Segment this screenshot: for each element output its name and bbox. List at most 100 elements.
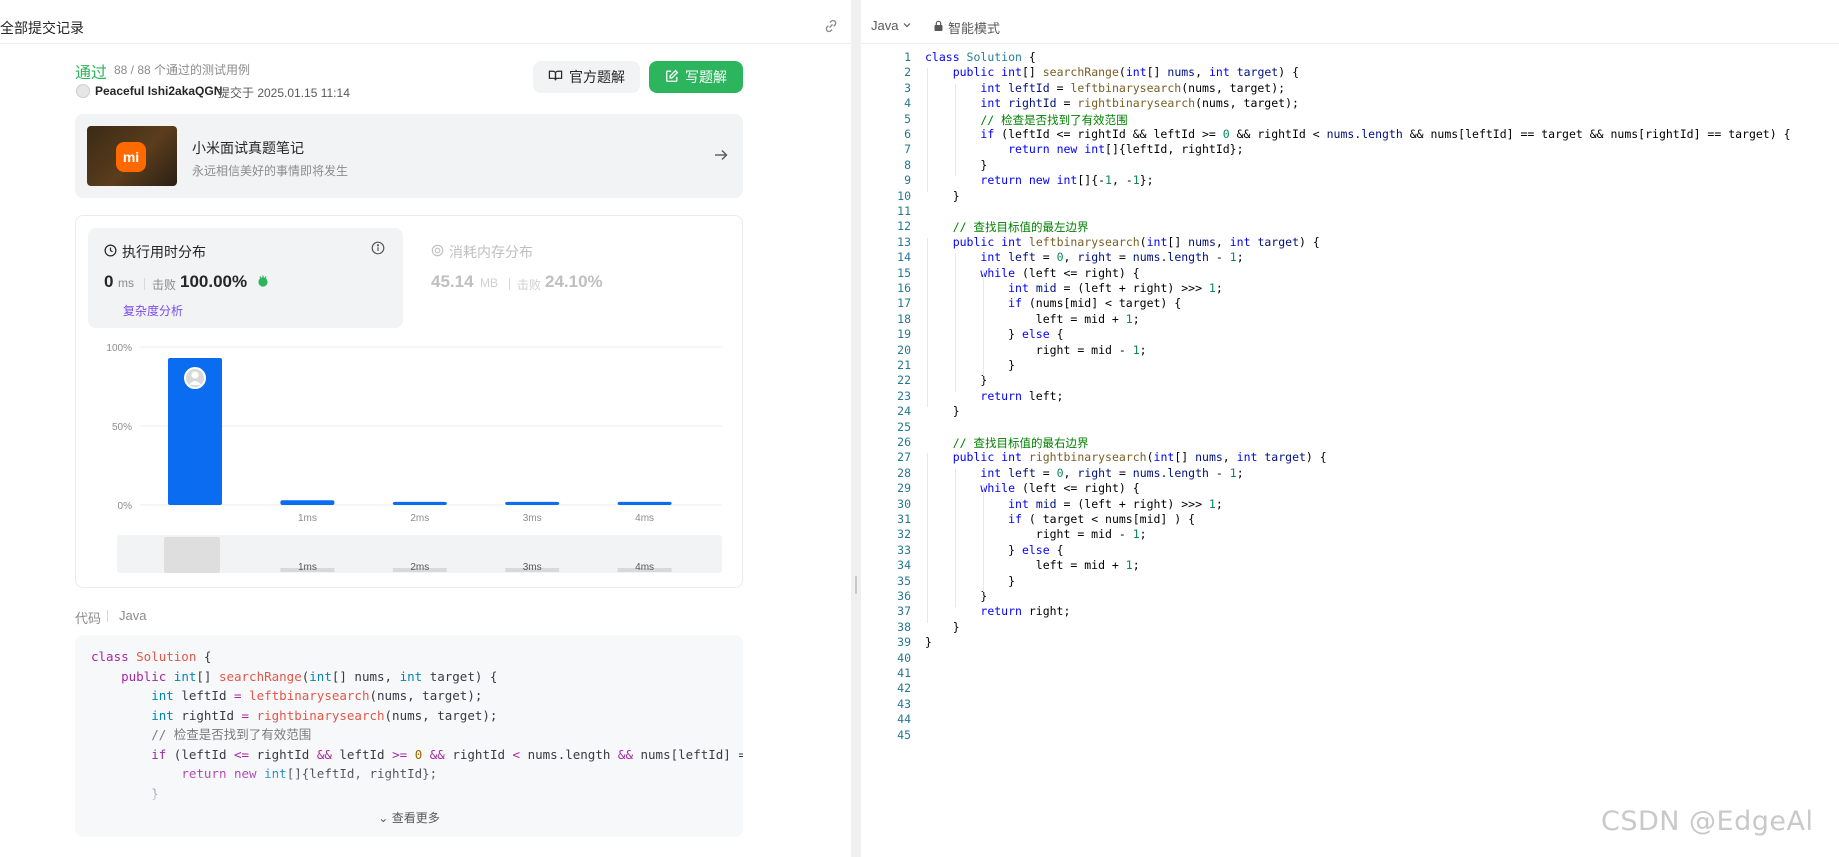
runtime-panel[interactable]: 执行用时分布 0 ms 击败 100.00% 复杂度分析	[88, 228, 403, 328]
editor-code-line: int rightId = rightbinarysearch(nums, ta…	[980, 96, 1299, 111]
line-number: 44	[897, 712, 911, 727]
line-number: 25	[897, 419, 911, 434]
code-header-label: 代码	[75, 611, 102, 626]
complexity-analysis-link[interactable]: 复杂度分析	[123, 302, 183, 319]
chevron-double-down-icon: ⌄	[378, 811, 389, 825]
line-number: 31	[897, 512, 911, 526]
runtime-beat-percent: 100.00%	[180, 272, 248, 291]
link-icon[interactable]	[823, 18, 839, 39]
line-number: 2	[904, 65, 911, 80]
clap-icon	[256, 274, 270, 293]
editor-panel: Java 智能模式 1 2 3 4 5 6 7 8 9 10 11 12 13 14 15 16 17 18 19 2…	[861, 0, 1839, 857]
tests-passed-text: 88 / 88 个通过的测试用例	[114, 63, 251, 77]
overview-handle[interactable]	[164, 537, 220, 573]
username-link[interactable]: Peaceful Ishi2akaQGN	[95, 84, 222, 98]
left-tab-bar	[0, 10, 851, 44]
smart-mode-toggle[interactable]: 智能模式	[933, 18, 1000, 37]
bar[interactable]	[392, 501, 447, 505]
editor-code-line: } else {	[925, 327, 1064, 342]
runtime-unit: ms	[118, 276, 134, 290]
tab-all-submissions[interactable]: 全部提交记录	[0, 18, 84, 38]
promo-thumbnail: mi	[87, 126, 177, 186]
line-number: 17	[897, 296, 911, 311]
chip-icon	[431, 244, 444, 260]
line-number: 24	[897, 404, 911, 419]
line-number: 15	[897, 265, 911, 280]
editor-code-line: }	[925, 404, 960, 419]
editor-code-line: int mid = (left + right) >>> 1;	[1008, 496, 1223, 511]
line-number: 33	[897, 542, 911, 557]
editor-code-line: }	[925, 373, 988, 388]
editor-code-line: right = mid - 1;	[925, 342, 1147, 357]
resize-grip[interactable]	[855, 576, 857, 594]
line-number: 3	[904, 80, 911, 95]
line-number: 18	[897, 311, 911, 326]
editor-code-line: int mid = (left + right) >>> 1;	[1008, 281, 1223, 295]
memory-label: 消耗内存分布	[449, 244, 533, 260]
editor-code-line: // 查找目标值的最左边界	[925, 220, 1089, 235]
editor-toolbar	[861, 10, 1839, 44]
line-number: 12	[897, 219, 911, 234]
editor-code-line: return new int[]{-1, -1};	[980, 173, 1154, 188]
write-solution-button[interactable]: 写题解	[649, 61, 743, 93]
submitted-time: 提交于 2025.01.15 11:14	[218, 86, 350, 100]
line-number: 41	[897, 666, 911, 680]
editor-code-line: int left = 0, right = nums.length - 1;	[980, 250, 1244, 265]
editor-code-line: if (nums[mid] < target) {	[1008, 296, 1182, 311]
code-fade-overlay	[75, 767, 743, 837]
info-icon[interactable]	[371, 241, 385, 260]
app-root: 全部提交记录 通过 88 / 88 个通过的测试用例 Peaceful Ishi…	[0, 0, 1839, 857]
indent-guide	[927, 68, 928, 192]
write-solution-label: 写题解	[685, 69, 727, 85]
panel-resize-handle[interactable]	[851, 0, 861, 857]
editor-code-line: }	[925, 157, 988, 172]
overview-label: 4ms	[635, 562, 654, 573]
bar[interactable]	[617, 501, 672, 505]
editor-code-line: class Solution {	[925, 50, 1036, 64]
editor-code-line: // 查找目标值的最右边界	[925, 436, 1089, 450]
arrow-right-icon[interactable]	[713, 147, 729, 168]
memory-beat-percent: 24.10%	[545, 272, 603, 291]
line-number: 36	[897, 589, 911, 603]
line-number: 16	[897, 281, 911, 295]
user-avatar[interactable]	[76, 84, 90, 98]
runtime-distribution-chart[interactable]: 100% 50% 0% 1ms 2ms 3ms 4ms 1ms 2ms 3ms 4ms	[90, 335, 730, 580]
code-header: 代码 Java	[75, 608, 146, 627]
editor-code-line: left = mid + 1;	[925, 311, 1140, 326]
line-number: 13	[897, 234, 911, 249]
bar[interactable]	[280, 500, 335, 505]
editor-code-line: }	[925, 619, 960, 634]
see-more-button[interactable]: ⌄ 查看更多	[75, 809, 743, 826]
editor-code-line: } else {	[925, 542, 1064, 557]
code-line: int leftId = leftbinarysearch(nums, targ…	[151, 688, 483, 703]
bar[interactable]	[505, 501, 560, 505]
line-number: 20	[897, 342, 911, 357]
promo-banner[interactable]: mi 小米面试真题笔记 永远相信美好的事情即将发生	[75, 114, 743, 198]
line-number: 40	[897, 650, 911, 665]
code-editor[interactable]: 1 2 3 4 5 6 7 8 9 10 11 12 13 14 15 16 17 18 19 20 21 22 23 24 2…	[861, 50, 1839, 857]
editor-code-line: int leftId = leftbinarysearch(nums, targ…	[980, 80, 1286, 95]
avatar-head	[191, 371, 199, 379]
line-number: 6	[904, 127, 911, 141]
divider	[107, 610, 108, 622]
submission-panel: 全部提交记录 通过 88 / 88 个通过的测试用例 Peaceful Ishi…	[0, 0, 851, 857]
line-number: 11	[897, 204, 911, 218]
x-tick-label: 1ms	[298, 513, 317, 524]
memory-value: 45.14	[431, 272, 474, 291]
editor-code-line: if (leftId <= rightId && leftId >= 0 && …	[980, 127, 1791, 141]
editor-code-line: right = mid - 1;	[925, 527, 1147, 542]
official-solution-button[interactable]: 官方题解	[533, 61, 640, 93]
editor-code-line: public int leftbinarysearch(int[] nums, …	[952, 234, 1320, 249]
language-select[interactable]: Java	[871, 18, 912, 33]
editor-code-line: if ( target < nums[mid] ) {	[1008, 512, 1196, 526]
line-number: 37	[897, 604, 911, 619]
line-number: 28	[897, 465, 911, 480]
x-tick-label: 4ms	[635, 513, 654, 524]
editor-code-line: return right;	[980, 604, 1071, 619]
x-tick-label: 3ms	[523, 513, 542, 524]
line-number: 9	[904, 173, 911, 188]
runtime-label-row: 执行用时分布	[104, 242, 206, 262]
editor-code-line: while (left <= right) {	[980, 265, 1140, 280]
see-more-label: 查看更多	[391, 811, 440, 825]
submitted-code-block[interactable]: class Solution { public int[] searchRang…	[75, 635, 743, 837]
